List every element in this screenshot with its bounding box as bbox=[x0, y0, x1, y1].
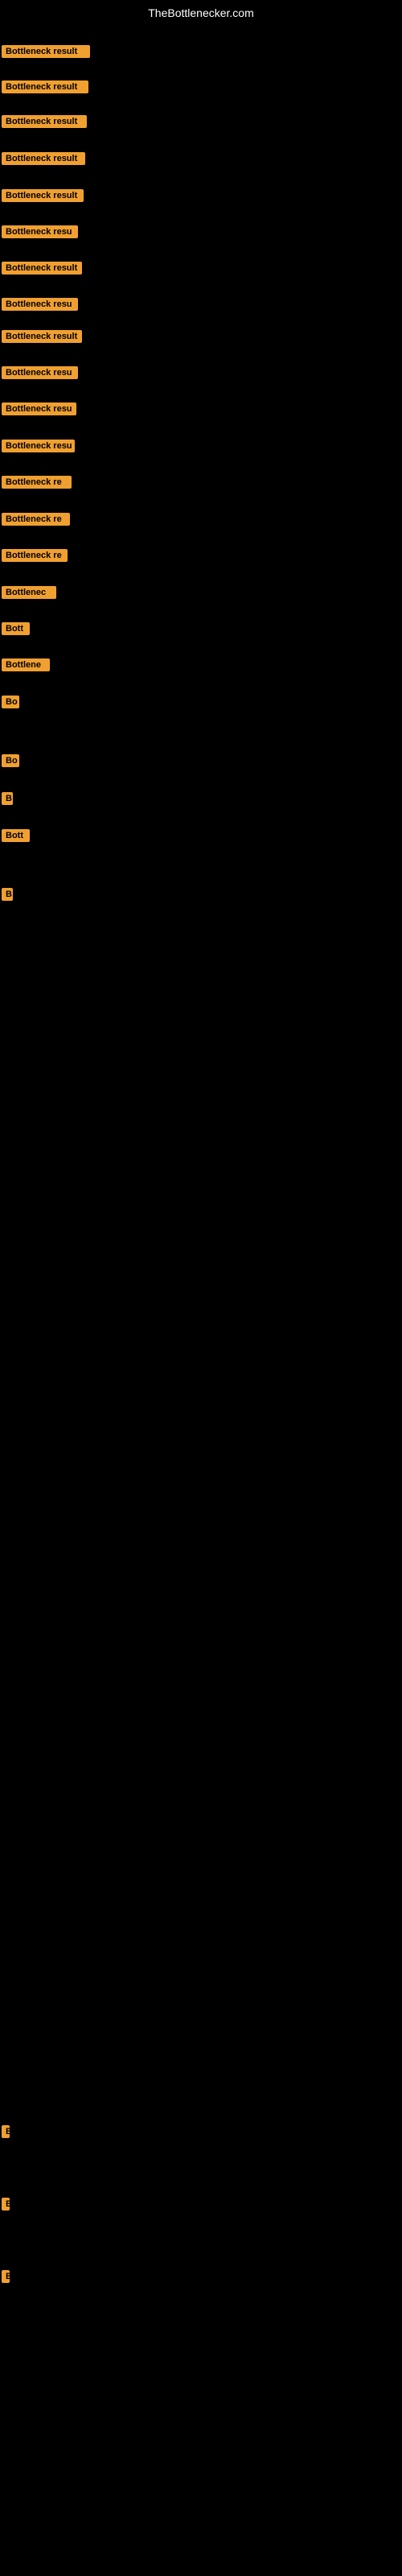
bottleneck-badge: Bottleneck resu bbox=[2, 402, 76, 415]
bottleneck-badge: Bottleneck re bbox=[2, 476, 72, 489]
bottleneck-badge: Bottleneck resu bbox=[2, 298, 78, 311]
bottleneck-badge: Bottleneck result bbox=[2, 330, 82, 343]
bottleneck-badge: Bott bbox=[2, 829, 30, 842]
bottleneck-badge: B bbox=[2, 792, 13, 805]
bottleneck-badge: Bottleneck result bbox=[2, 45, 90, 58]
site-title: TheBottlenecker.com bbox=[148, 6, 254, 19]
bottleneck-badge: Bottleneck result bbox=[2, 152, 85, 165]
bottleneck-badge: B bbox=[2, 888, 13, 901]
bottleneck-badge: Bottleneck re bbox=[2, 513, 70, 526]
bottleneck-badge: Bottleneck result bbox=[2, 262, 82, 275]
bottleneck-badge: Bottleneck resu bbox=[2, 225, 78, 238]
bottleneck-badge: B bbox=[2, 2125, 10, 2138]
bottleneck-badge: Bottleneck result bbox=[2, 80, 88, 93]
bottleneck-badge: Bott bbox=[2, 622, 30, 635]
bottleneck-badge: Bottleneck result bbox=[2, 115, 87, 128]
bottleneck-badge: Bottleneck result bbox=[2, 189, 84, 202]
bottleneck-badge: B bbox=[2, 2270, 10, 2283]
bottleneck-badge: Bottlene bbox=[2, 658, 50, 671]
bottleneck-badge: Bo bbox=[2, 696, 19, 708]
bottleneck-badge: Bottlenec bbox=[2, 586, 56, 599]
bottleneck-badge: Bottleneck resu bbox=[2, 440, 75, 452]
bottleneck-badge: Bo bbox=[2, 754, 19, 767]
bottleneck-badge: B bbox=[2, 2198, 10, 2211]
bottleneck-badge: Bottleneck re bbox=[2, 549, 68, 562]
bottleneck-badge: Bottleneck resu bbox=[2, 366, 78, 379]
